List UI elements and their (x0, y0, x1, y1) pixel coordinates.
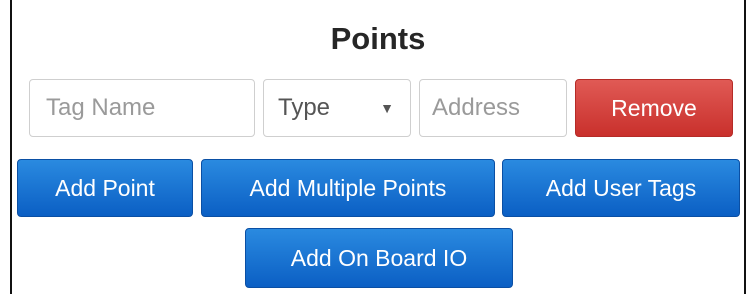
type-select[interactable]: Type ▼ (263, 79, 411, 137)
add-multiple-points-button[interactable]: Add Multiple Points (201, 159, 495, 217)
address-input[interactable] (432, 80, 566, 136)
panel-title: Points (330, 21, 426, 56)
add-onboard-io-button[interactable]: Add On Board IO (245, 228, 513, 288)
tag-name-input-wrapper[interactable] (29, 79, 255, 137)
add-point-button[interactable]: Add Point (17, 159, 193, 217)
type-select-value: Type (278, 94, 331, 121)
points-panel: Points Type ▼ Remove Add Point Add Multi… (10, 0, 746, 294)
chevron-down-icon: ▼ (380, 100, 394, 116)
address-input-wrapper[interactable] (419, 79, 567, 137)
add-user-tags-button[interactable]: Add User Tags (502, 159, 740, 217)
tag-name-input[interactable] (46, 80, 254, 136)
remove-button[interactable]: Remove (575, 79, 733, 137)
